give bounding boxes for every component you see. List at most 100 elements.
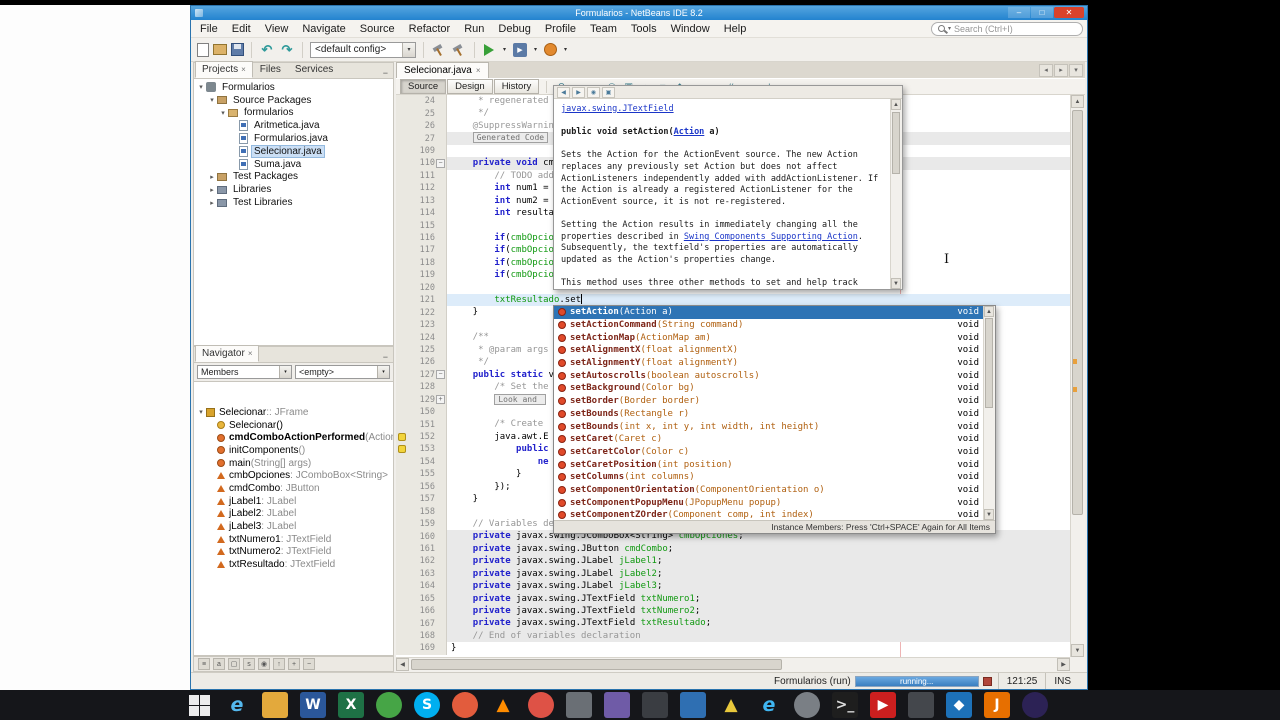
purple-app-icon[interactable] — [604, 692, 630, 718]
scrollbar-thumb[interactable] — [892, 112, 900, 174]
file-explorer-icon[interactable] — [262, 692, 288, 718]
tree-item-aritmetica-java[interactable]: Aritmetica.java — [194, 119, 393, 132]
eclipse-icon[interactable] — [1022, 692, 1048, 718]
collapse-icon[interactable]: ▾ — [207, 96, 217, 104]
edge-icon[interactable]: e — [756, 692, 782, 718]
new-project-icon[interactable] — [213, 44, 227, 55]
tab-navigator[interactable]: Navigator × — [195, 345, 260, 362]
stop-process-icon[interactable] — [982, 676, 992, 686]
scroll-tabs-right-icon[interactable]: ▸ — [1054, 63, 1068, 77]
save-all-icon[interactable] — [231, 43, 244, 56]
menu-tools[interactable]: Tools — [624, 21, 664, 37]
view-source-button[interactable]: Source — [400, 79, 447, 94]
expand-icon[interactable]: ▸ — [207, 199, 217, 207]
dark-app-icon[interactable] — [642, 692, 668, 718]
completion-item-setautoscrolls-boolean-autoscrolls[interactable]: setAutoscrolls (boolean autoscrolls) void — [554, 369, 983, 382]
close-button[interactable]: ✕ — [1054, 7, 1084, 18]
scrollbar-thumb[interactable] — [411, 659, 782, 670]
scroll-right-icon[interactable]: ▶ — [1057, 658, 1070, 671]
tree-item-test-packages[interactable]: ▸ Test Packages — [194, 171, 393, 184]
navigator-item-txtnumero2[interactable]: txtNumero2 : JTextField — [194, 546, 393, 559]
code-line-165[interactable]: 165 private javax.swing.JTextField txtNu… — [396, 592, 1070, 605]
chrome-icon[interactable] — [528, 692, 554, 718]
navigator-item-selecionar[interactable]: ▾ Selecionar :: JFrame — [194, 406, 393, 419]
view-design-button[interactable]: Design — [447, 79, 493, 94]
close-tab-icon[interactable]: × — [248, 349, 253, 358]
completion-scrollbar[interactable]: ▲ ▼ — [983, 306, 995, 520]
show-public-icon[interactable]: ◉ — [258, 658, 270, 670]
green-app-icon[interactable] — [376, 692, 402, 718]
completion-item-setcomponentorientation-componentorientation-o[interactable]: setComponentOrientation (ComponentOrienta… — [554, 484, 983, 497]
code-line-168[interactable]: 168 // End of variables declaration — [396, 629, 1070, 643]
search-box[interactable]: ▾ Search (Ctrl+I) — [931, 21, 1083, 36]
fold-icon[interactable]: + — [436, 395, 445, 405]
profile-dropdown-icon[interactable]: ▾ — [561, 41, 570, 59]
completion-item-setalignmenty-float-alignmenty[interactable]: setAlignmentY (float alignmentY) void — [554, 357, 983, 370]
menu-source[interactable]: Source — [353, 21, 402, 37]
menu-view[interactable]: View — [258, 21, 296, 37]
blue-app-icon[interactable] — [680, 692, 706, 718]
show-static-icon[interactable]: s — [243, 658, 255, 670]
navigator-item-initcomponents[interactable]: initComponents() — [194, 444, 393, 457]
debug-project-icon[interactable]: ▶ — [513, 42, 527, 57]
scroll-down-icon[interactable]: ▼ — [1071, 644, 1084, 657]
sort-by-name-icon[interactable]: a — [213, 658, 225, 670]
scroll-up-icon[interactable]: ▲ — [891, 99, 901, 110]
external-browser-icon[interactable]: ◉ — [587, 86, 600, 98]
copy-icon[interactable]: ▣ — [602, 86, 615, 98]
completion-item-setcaret-caret-c[interactable]: setCaret (Caret c) void — [554, 433, 983, 446]
orange-app-icon[interactable] — [452, 692, 478, 718]
tree-item-formularios[interactable]: ▾ Formularios — [194, 81, 393, 94]
menu-profile[interactable]: Profile — [538, 21, 583, 37]
tab-services[interactable]: Services — [288, 61, 340, 78]
warning-icon[interactable] — [398, 445, 406, 454]
javadoc-link[interactable]: Swing Components Supporting Action — [684, 232, 858, 242]
code-line-162[interactable]: 162 private javax.swing.JLabel jLabel1; — [396, 555, 1070, 568]
completion-item-setcolumns-int-columns[interactable]: setColumns (int columns) void — [554, 471, 983, 484]
completion-item-setbounds-int-x-int-y-int-width-int-height[interactable]: setBounds (int x, int y, int width, int h… — [554, 420, 983, 433]
navigator-item-txtresultado[interactable]: txtResultado : JTextField — [194, 558, 393, 571]
scroll-up-icon[interactable]: ▲ — [1071, 95, 1084, 108]
tree-item-source-packages[interactable]: ▾ Source Packages — [194, 94, 393, 107]
scroll-up-icon[interactable]: ▲ — [984, 306, 994, 317]
tab-selecionar-java[interactable]: Selecionar.java × — [396, 62, 489, 78]
minimize-panel-icon[interactable]: − — [378, 68, 393, 78]
navigator-item-jlabel1[interactable]: jLabel1 : JLabel — [194, 495, 393, 508]
sort-by-source-icon[interactable]: ≡ — [198, 658, 210, 670]
collapse-icon[interactable]: ▾ — [196, 83, 206, 91]
show-fields-icon[interactable]: ▢ — [228, 658, 240, 670]
navigator-item-cmdcombo[interactable]: cmdCombo : JButton — [194, 482, 393, 495]
undo-icon[interactable]: ↶ — [259, 41, 275, 59]
skype-icon[interactable]: S — [414, 692, 440, 718]
completion-item-setalignmentx-float-alignmentx[interactable]: setAlignmentX (float alignmentX) void — [554, 344, 983, 357]
run-dropdown-icon[interactable]: ▾ — [500, 41, 509, 59]
collapse-icon[interactable]: ▾ — [196, 408, 206, 416]
navigator-item-selecionar[interactable]: Selecionar() — [194, 419, 393, 432]
show-inherited-icon[interactable]: ↑ — [273, 658, 285, 670]
navigator-item-cmdcomboactionperformed[interactable]: cmdComboActionPerformed(ActionEvent evt) — [194, 431, 393, 444]
scroll-left-icon[interactable]: ◀ — [396, 658, 409, 671]
search-dropdown-icon[interactable]: ▾ — [948, 25, 951, 32]
collapse-icon[interactable]: ▾ — [218, 109, 228, 117]
completion-item-setaction-action-a[interactable]: setAction (Action a) void — [554, 306, 983, 319]
tree-item-formularios-java[interactable]: Formularios.java — [194, 132, 393, 145]
build-project-icon[interactable] — [431, 42, 447, 58]
tree-item-formularios[interactable]: ▾ formularios — [194, 107, 393, 120]
editor-vertical-scrollbar[interactable]: ▲ ▼ — [1070, 95, 1085, 657]
windows-start-button[interactable] — [184, 690, 214, 720]
code-line-161[interactable]: 161 private javax.swing.JButton cmdCombo… — [396, 542, 1070, 556]
menu-refactor[interactable]: Refactor — [402, 21, 458, 37]
completion-item-setcomponentzorder-component-comp-int-index[interactable]: setComponentZOrder (Component comp, int i… — [554, 509, 983, 520]
filter-combo[interactable]: <empty> ▾ — [295, 365, 390, 379]
word-icon[interactable]: W — [300, 692, 326, 718]
minimize-navigator-icon[interactable]: − — [378, 352, 393, 362]
fold-icon[interactable]: − — [436, 158, 445, 168]
completion-item-setbackground-color-bg[interactable]: setBackground (Color bg) void — [554, 382, 983, 395]
scroll-down-icon[interactable]: ▼ — [984, 509, 994, 520]
scrollbar-thumb[interactable] — [1072, 110, 1083, 515]
tree-item-test-libraries[interactable]: ▸ Test Libraries — [194, 196, 393, 209]
menu-file[interactable]: File — [193, 21, 225, 37]
menu-edit[interactable]: Edit — [225, 21, 258, 37]
warning-icon[interactable] — [398, 432, 406, 441]
tree-item-suma-java[interactable]: Suma.java — [194, 158, 393, 171]
